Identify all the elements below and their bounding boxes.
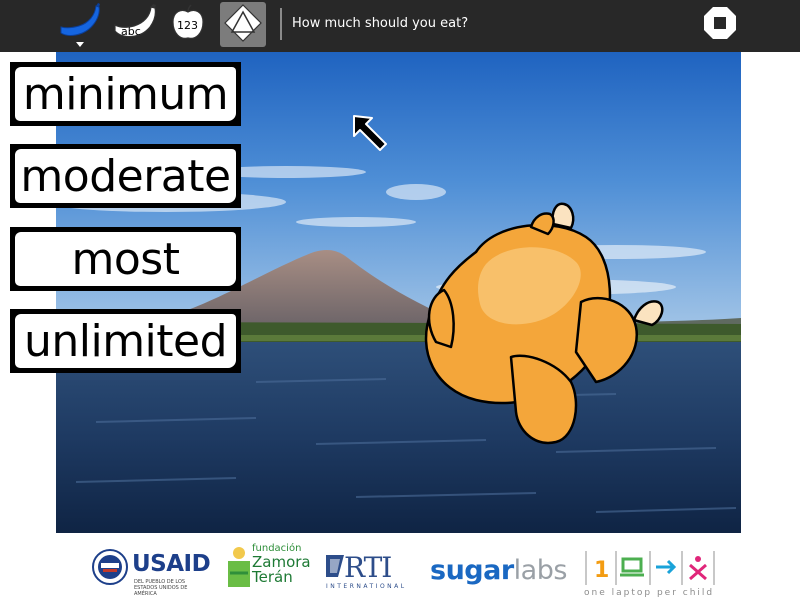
- banana-abc-icon: abc: [112, 3, 158, 47]
- usaid-logo: USAID DEL PUEBLO DE LOS ESTADOS UNIDOS D…: [92, 549, 211, 597]
- choice-label: moderate: [15, 149, 236, 203]
- choice-card-most[interactable]: most: [10, 227, 241, 291]
- stop-button[interactable]: [697, 3, 743, 47]
- zamora-name: fundación Zamora Terán: [252, 543, 311, 586]
- usaid-subtitle: DEL PUEBLO DE LOS ESTADOS UNIDOS DE AMÉR…: [134, 579, 188, 597]
- choice-label: unlimited: [15, 314, 236, 368]
- sugarlabs-logo: sugarlabs: [430, 555, 567, 586]
- stop-icon: [702, 5, 738, 45]
- shape-tool-button[interactable]: [220, 2, 266, 47]
- zamora-figure-icon: [228, 547, 250, 587]
- svg-text:abc: abc: [121, 25, 141, 38]
- numbers-tool-button[interactable]: 123: [165, 3, 211, 47]
- sponsor-footer: USAID DEL PUEBLO DE LOS ESTADOS UNIDOS D…: [0, 535, 800, 600]
- toolbar-separator: [280, 8, 282, 40]
- olpc-tagline: one laptop per child: [584, 588, 715, 598]
- olpc-icons: 1: [585, 551, 715, 585]
- usaid-name: USAID: [132, 551, 211, 577]
- svg-text:1: 1: [594, 558, 609, 583]
- choice-label: minimum: [15, 67, 236, 121]
- rti-subtitle: INTERNATIONAL: [326, 583, 407, 590]
- banana-icon: [57, 3, 103, 47]
- rti-international-logo: RTI INTERNATIONAL: [324, 551, 404, 590]
- triangle-shape-icon: [223, 3, 263, 47]
- rti-mark-icon: [326, 555, 344, 577]
- rti-name: RTI: [344, 551, 392, 584]
- apple-123-icon: 123: [168, 3, 208, 47]
- olpc-logo: 1 one laptop per child: [584, 549, 716, 598]
- choice-label: most: [15, 232, 236, 286]
- usaid-seal-icon: [92, 549, 128, 585]
- svg-text:123: 123: [177, 19, 198, 32]
- banana-tool-button[interactable]: [57, 3, 103, 47]
- toolbar: abc 123 How much should you eat?: [0, 0, 800, 52]
- choice-card-unlimited[interactable]: unlimited: [10, 309, 241, 373]
- mouse-pointer-icon: [352, 114, 390, 156]
- dropdown-arrow-icon[interactable]: [76, 42, 84, 47]
- choice-card-moderate[interactable]: moderate: [10, 144, 241, 208]
- activity-title: How much should you eat?: [292, 16, 469, 31]
- choice-card-minimum[interactable]: minimum: [10, 62, 241, 126]
- abc-tool-button[interactable]: abc: [112, 3, 158, 47]
- fundacion-zamora-teran-logo: fundación Zamora Terán: [226, 543, 311, 593]
